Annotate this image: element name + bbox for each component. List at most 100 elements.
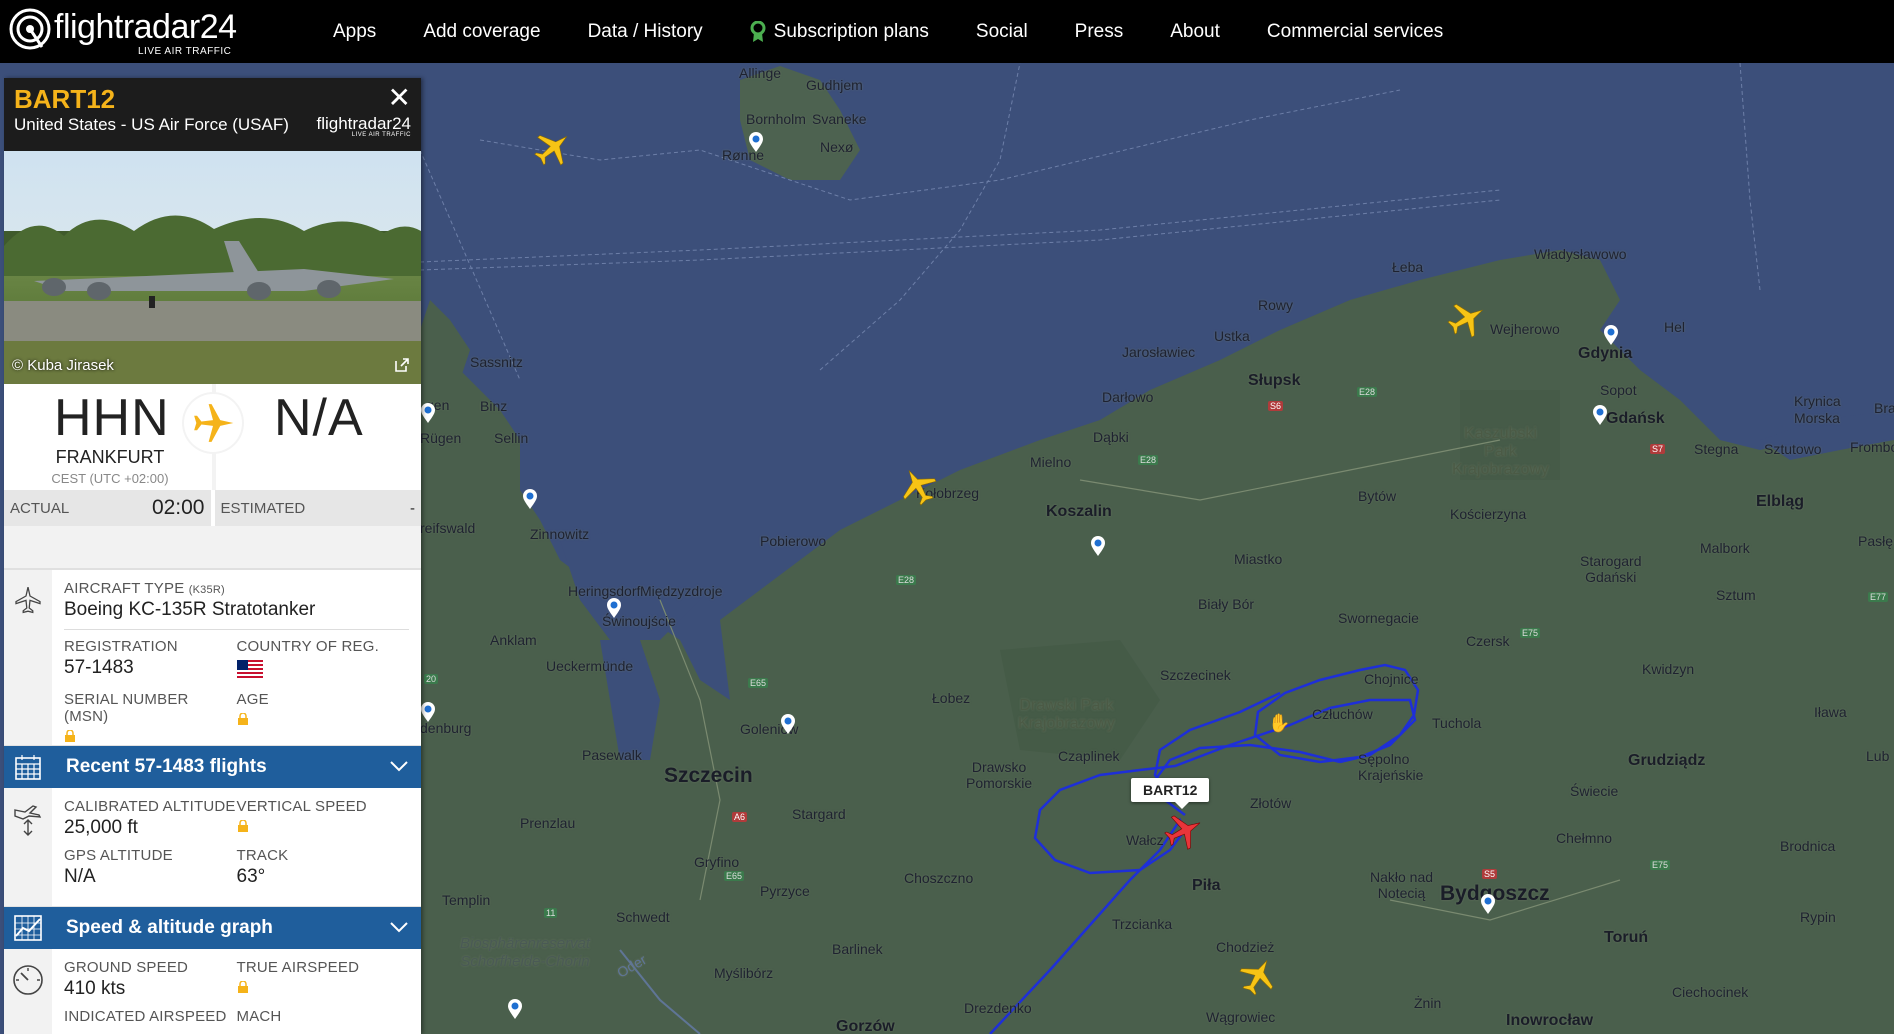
map-label-hel: Hel <box>1664 319 1686 335</box>
gps-altitude-value: N/A <box>64 866 96 887</box>
road-shield-e75-a: E75 <box>1520 628 1541 638</box>
map-label-gorzow: Gorzów <box>836 1018 895 1034</box>
map-label-sopot: Sopot <box>1600 382 1637 398</box>
map-label-miastko: Miastko <box>1234 551 1283 567</box>
true-airspeed-label: TRUE AIRSPEED <box>236 959 360 976</box>
main-nav: Apps Add coverage Data / History Subscri… <box>333 0 1490 63</box>
logo-tagline: LIVE AIR TRAFFIC <box>138 46 232 57</box>
speed-info-body: GROUND SPEED 410 kts TRUE AIRSPEED INDICA… <box>52 949 421 1034</box>
nav-apps[interactable]: Apps <box>333 21 376 43</box>
map-label-brodnica: Brodnica <box>1780 838 1836 854</box>
selected-flight-callout[interactable]: BART12 <box>1131 778 1210 809</box>
map-label-schwedt: Schwedt <box>616 909 670 925</box>
airport-pin-icon[interactable] <box>1603 324 1619 346</box>
map-label-rypin: Rypin <box>1800 909 1836 925</box>
map-label-stegna: Stegna <box>1694 441 1739 457</box>
recent-flights-toggle[interactable]: Recent 57-1483 flights <box>4 746 421 788</box>
registration-label: REGISTRATION <box>64 638 178 655</box>
origin-airport-code[interactable]: HHN <box>54 388 170 448</box>
registration-value[interactable]: 57-1483 <box>64 657 237 679</box>
aircraft-type-code: (K35R) <box>188 584 225 596</box>
route-section: HHN N/A FRANKFURT CEST (UTC +02:00) <box>4 384 421 490</box>
map-label-bialybor: Biały Bór <box>1198 596 1255 612</box>
serial-row: SERIAL NUMBER (MSN) AGE <box>64 691 409 747</box>
airport-pin-icon[interactable] <box>1480 893 1496 915</box>
hand-cursor-icon: ✋ <box>1268 713 1291 733</box>
lock-icon[interactable] <box>237 820 249 832</box>
altitude-info-body: CALIBRATED ALTITUDE 25,000 ft VERTICAL SP… <box>52 788 421 906</box>
map-label-chojnice: Chojnice <box>1364 671 1419 687</box>
mach-label: MACH <box>236 1008 282 1025</box>
map-label-czaplinek: Czaplinek <box>1058 748 1120 764</box>
map-label-znin: Żnin <box>1414 995 1442 1011</box>
speed-altitude-graph-label: Speed & altitude graph <box>66 917 273 938</box>
map-label-szczecin: Szczecin <box>664 764 753 787</box>
speed-icon-col <box>4 949 52 1034</box>
map-label-naklo: Nakło nad Notecią <box>1370 869 1434 901</box>
estimated-time-value: - <box>410 499 415 517</box>
map-label-lobez: Łobez <box>932 690 971 706</box>
airport-pin-icon[interactable] <box>748 131 764 153</box>
nav-social[interactable]: Social <box>976 21 1028 43</box>
airport-pin-icon[interactable] <box>780 713 796 735</box>
map-label-prenzlau: Prenzlau <box>520 815 576 831</box>
altitude-icon-col <box>4 788 52 906</box>
map-label-darlowo: Darłowo <box>1102 389 1154 405</box>
airport-pin-icon[interactable] <box>420 402 436 424</box>
map-label-sepolno: Sępolno Krajeńskie <box>1358 751 1424 783</box>
award-ribbon-icon <box>750 20 766 42</box>
map-label-sassnitz: Sassnitz <box>470 354 523 370</box>
external-link-icon[interactable] <box>393 356 411 374</box>
ground-speed-value: 410 kts <box>64 978 126 999</box>
map-label-zlotow: Złotów <box>1250 795 1292 811</box>
nav-data-history[interactable]: Data / History <box>588 21 703 43</box>
lock-icon[interactable] <box>64 730 76 742</box>
map-label-drawsko: Drawsko Pomorskie <box>966 759 1033 791</box>
map-label-gdynia: Gdynia <box>1578 345 1633 362</box>
nav-add-coverage-label: Add coverage <box>423 20 541 42</box>
close-panel-button[interactable]: ✕ <box>388 84 411 112</box>
nav-subscription-plans[interactable]: Subscription plans <box>750 20 929 43</box>
map-label-stargard: Stargard <box>792 806 846 822</box>
calibrated-altitude-row: CALIBRATED ALTITUDE 25,000 ft VERTICAL SP… <box>64 798 409 839</box>
road-shield-e28-c: E28 <box>896 575 917 585</box>
airport-pin-icon[interactable] <box>522 488 538 510</box>
map-label-mielno: Mielno <box>1030 454 1072 470</box>
map-label-inowroclaw: Inowrocław <box>1506 1012 1594 1029</box>
map-label-czersk: Czersk <box>1466 633 1510 649</box>
map-label-grudziadz: Grudziądz <box>1628 752 1706 769</box>
chevron-down-icon <box>389 757 409 779</box>
airport-pin-icon[interactable] <box>1592 404 1608 426</box>
map-label-leba: Łeba <box>1392 259 1424 275</box>
road-shield-s7: S7 <box>1650 444 1666 454</box>
airport-pin-icon[interactable] <box>507 998 523 1020</box>
nav-about[interactable]: About <box>1170 21 1220 43</box>
flight-info-panel: BART12 United States - US Air Force (USA… <box>4 78 421 1034</box>
airport-pin-icon[interactable] <box>1090 535 1106 557</box>
nav-press[interactable]: Press <box>1075 21 1124 43</box>
map-label-templin: Templin <box>442 892 491 908</box>
airport-pin-icon[interactable] <box>606 597 622 619</box>
map-label-nexo: Nexø <box>820 139 854 155</box>
country-label: COUNTRY OF REG. <box>236 638 379 655</box>
speed-altitude-graph-toggle[interactable]: Speed & altitude graph <box>4 907 421 949</box>
calendar-icon <box>4 753 52 781</box>
aircraft-photo[interactable]: © Kuba Jirasek <box>4 151 421 384</box>
logo-wordmark: flightradar24 <box>54 8 237 46</box>
map-label-chodziez: Chodzież <box>1216 939 1275 955</box>
map-label-mysliborz: Myślibórz <box>714 965 774 981</box>
airport-pin-icon[interactable] <box>420 701 436 723</box>
map-label-barlinek: Barlinek <box>832 941 883 957</box>
map-label-drezdenko: Drezdenko <box>964 1000 1032 1016</box>
calibrated-altitude-label: CALIBRATED ALTITUDE <box>64 798 236 815</box>
lock-icon[interactable] <box>237 981 249 993</box>
aircraft-photo-image <box>4 215 421 384</box>
map-label-drawski: Drawski Park Krajobrazowy <box>1018 697 1115 732</box>
nav-commercial-services[interactable]: Commercial services <box>1267 21 1443 43</box>
flightradar24-logo[interactable]: flightradar24 LIVE AIR TRAFFIC <box>8 4 248 58</box>
road-shield-s5: S5 <box>1482 869 1498 879</box>
nav-add-coverage[interactable]: Add coverage <box>423 21 540 43</box>
road-shield-e77: E77 <box>1868 592 1889 602</box>
lock-icon[interactable] <box>237 713 249 725</box>
map-label-wejherowo: Wejherowo <box>1490 321 1560 337</box>
